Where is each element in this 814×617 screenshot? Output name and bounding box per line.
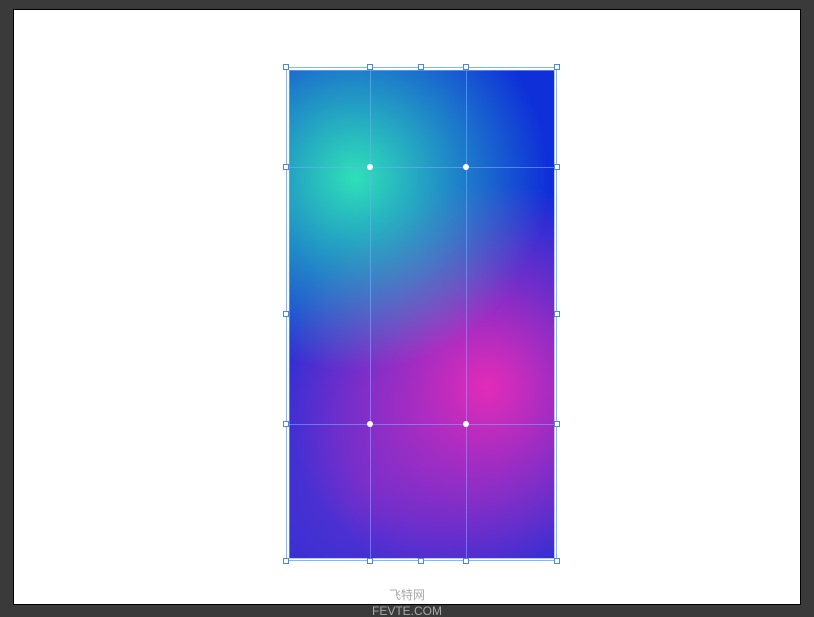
mesh-anchor-point[interactable] (463, 421, 469, 427)
selection-handle[interactable] (418, 558, 424, 564)
selection-handle[interactable] (367, 558, 373, 564)
selection-handle[interactable] (283, 311, 289, 317)
selection-handle[interactable] (418, 64, 424, 70)
mesh-grid-line-vertical (289, 70, 290, 558)
artboard: 飞特网 FEVTE.COM (14, 10, 800, 604)
mesh-anchor-point[interactable] (367, 421, 373, 427)
selection-handle[interactable] (554, 64, 560, 70)
selection-handle[interactable] (283, 558, 289, 564)
selection-handle[interactable] (367, 64, 373, 70)
selection-handle[interactable] (283, 164, 289, 170)
selection-handle[interactable] (554, 164, 560, 170)
mesh-grid-line-horizontal (289, 167, 554, 168)
selection-handle[interactable] (554, 311, 560, 317)
selection-bounding-box[interactable] (286, 67, 557, 561)
watermark-line2: FEVTE.COM (14, 604, 800, 617)
mesh-anchor-point[interactable] (463, 164, 469, 170)
selection-handle[interactable] (283, 421, 289, 427)
selection-handle[interactable] (283, 64, 289, 70)
selection-handle[interactable] (554, 558, 560, 564)
watermark-line1: 飞特网 (14, 588, 800, 602)
mesh-grid-line-vertical (370, 70, 371, 558)
selection-handle[interactable] (463, 64, 469, 70)
selection-handle[interactable] (463, 558, 469, 564)
mesh-grid-line-horizontal (289, 70, 554, 71)
mesh-grid-line-horizontal (289, 424, 554, 425)
mesh-grid-line-vertical (466, 70, 467, 558)
mesh-anchor-point[interactable] (367, 164, 373, 170)
selection-handle[interactable] (554, 421, 560, 427)
